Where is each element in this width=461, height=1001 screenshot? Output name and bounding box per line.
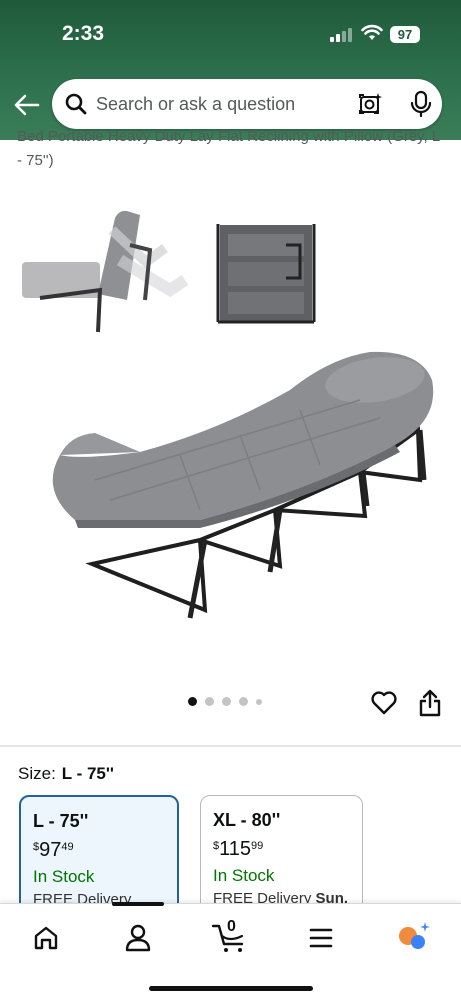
cart-button[interactable]: 0 (210, 918, 250, 958)
size-option-price: $9749 (33, 839, 74, 862)
wifi-icon (361, 24, 383, 40)
price-symbol: $ (33, 841, 40, 853)
price-whole: 115 (219, 838, 252, 860)
price-whole: 97 (39, 839, 62, 861)
folded-detail-image (216, 224, 316, 324)
recline-detail-image (22, 210, 189, 333)
product-image[interactable] (0, 190, 461, 690)
camera-lens-icon[interactable] (356, 91, 384, 117)
search-icon (65, 93, 87, 115)
share-icon[interactable] (418, 688, 442, 718)
pagination-dot-5[interactable] (256, 698, 262, 705)
price-fraction: 49 (61, 841, 74, 853)
price-fraction: 99 (251, 840, 264, 852)
heart-icon[interactable] (370, 690, 398, 716)
size-option-price: $11599 (213, 838, 263, 861)
cellular-signal-icon (330, 28, 352, 42)
size-option-name: L - 75'' (33, 811, 89, 831)
microphone-icon[interactable] (410, 90, 432, 118)
menu-icon[interactable] (301, 918, 341, 958)
status-time: 2:33 (62, 22, 105, 45)
image-pagination[interactable] (188, 697, 262, 706)
home-icon[interactable] (26, 918, 66, 958)
search-bar[interactable]: Search or ask a question (52, 79, 442, 129)
main-cot-image (52, 351, 434, 619)
bottom-tab-bar: 0 (0, 902, 461, 1001)
pagination-dot-3[interactable] (222, 697, 231, 706)
size-label: Size: L - 75'' (18, 764, 114, 784)
product-title: Bed Portable Heavy Duty Lay Flat Reclini… (17, 128, 440, 169)
pagination-dot-2[interactable] (205, 697, 214, 706)
header: 2:33 97 Search or ask a question (0, 0, 461, 140)
pagination-dot-4[interactable] (239, 697, 248, 706)
stock-status: In Stock (213, 866, 275, 885)
search-input[interactable]: Search or ask a question (96, 94, 295, 115)
battery-icon: 97 (390, 26, 420, 43)
selected-size: L - 75'' (61, 764, 114, 783)
account-icon[interactable] (118, 918, 158, 958)
cart-count: 0 (227, 918, 236, 935)
size-option-name: XL - 80'' (213, 810, 281, 830)
home-indicator (149, 986, 313, 991)
divider (0, 745, 461, 747)
rufus-ai-icon[interactable] (394, 918, 434, 958)
price-symbol: $ (213, 840, 220, 852)
back-arrow-icon[interactable] (12, 92, 42, 118)
stock-status: In Stock (33, 867, 95, 886)
active-tab-indicator (112, 902, 164, 906)
pagination-dot-1[interactable] (188, 697, 197, 706)
size-label-text: Size: (18, 764, 56, 783)
